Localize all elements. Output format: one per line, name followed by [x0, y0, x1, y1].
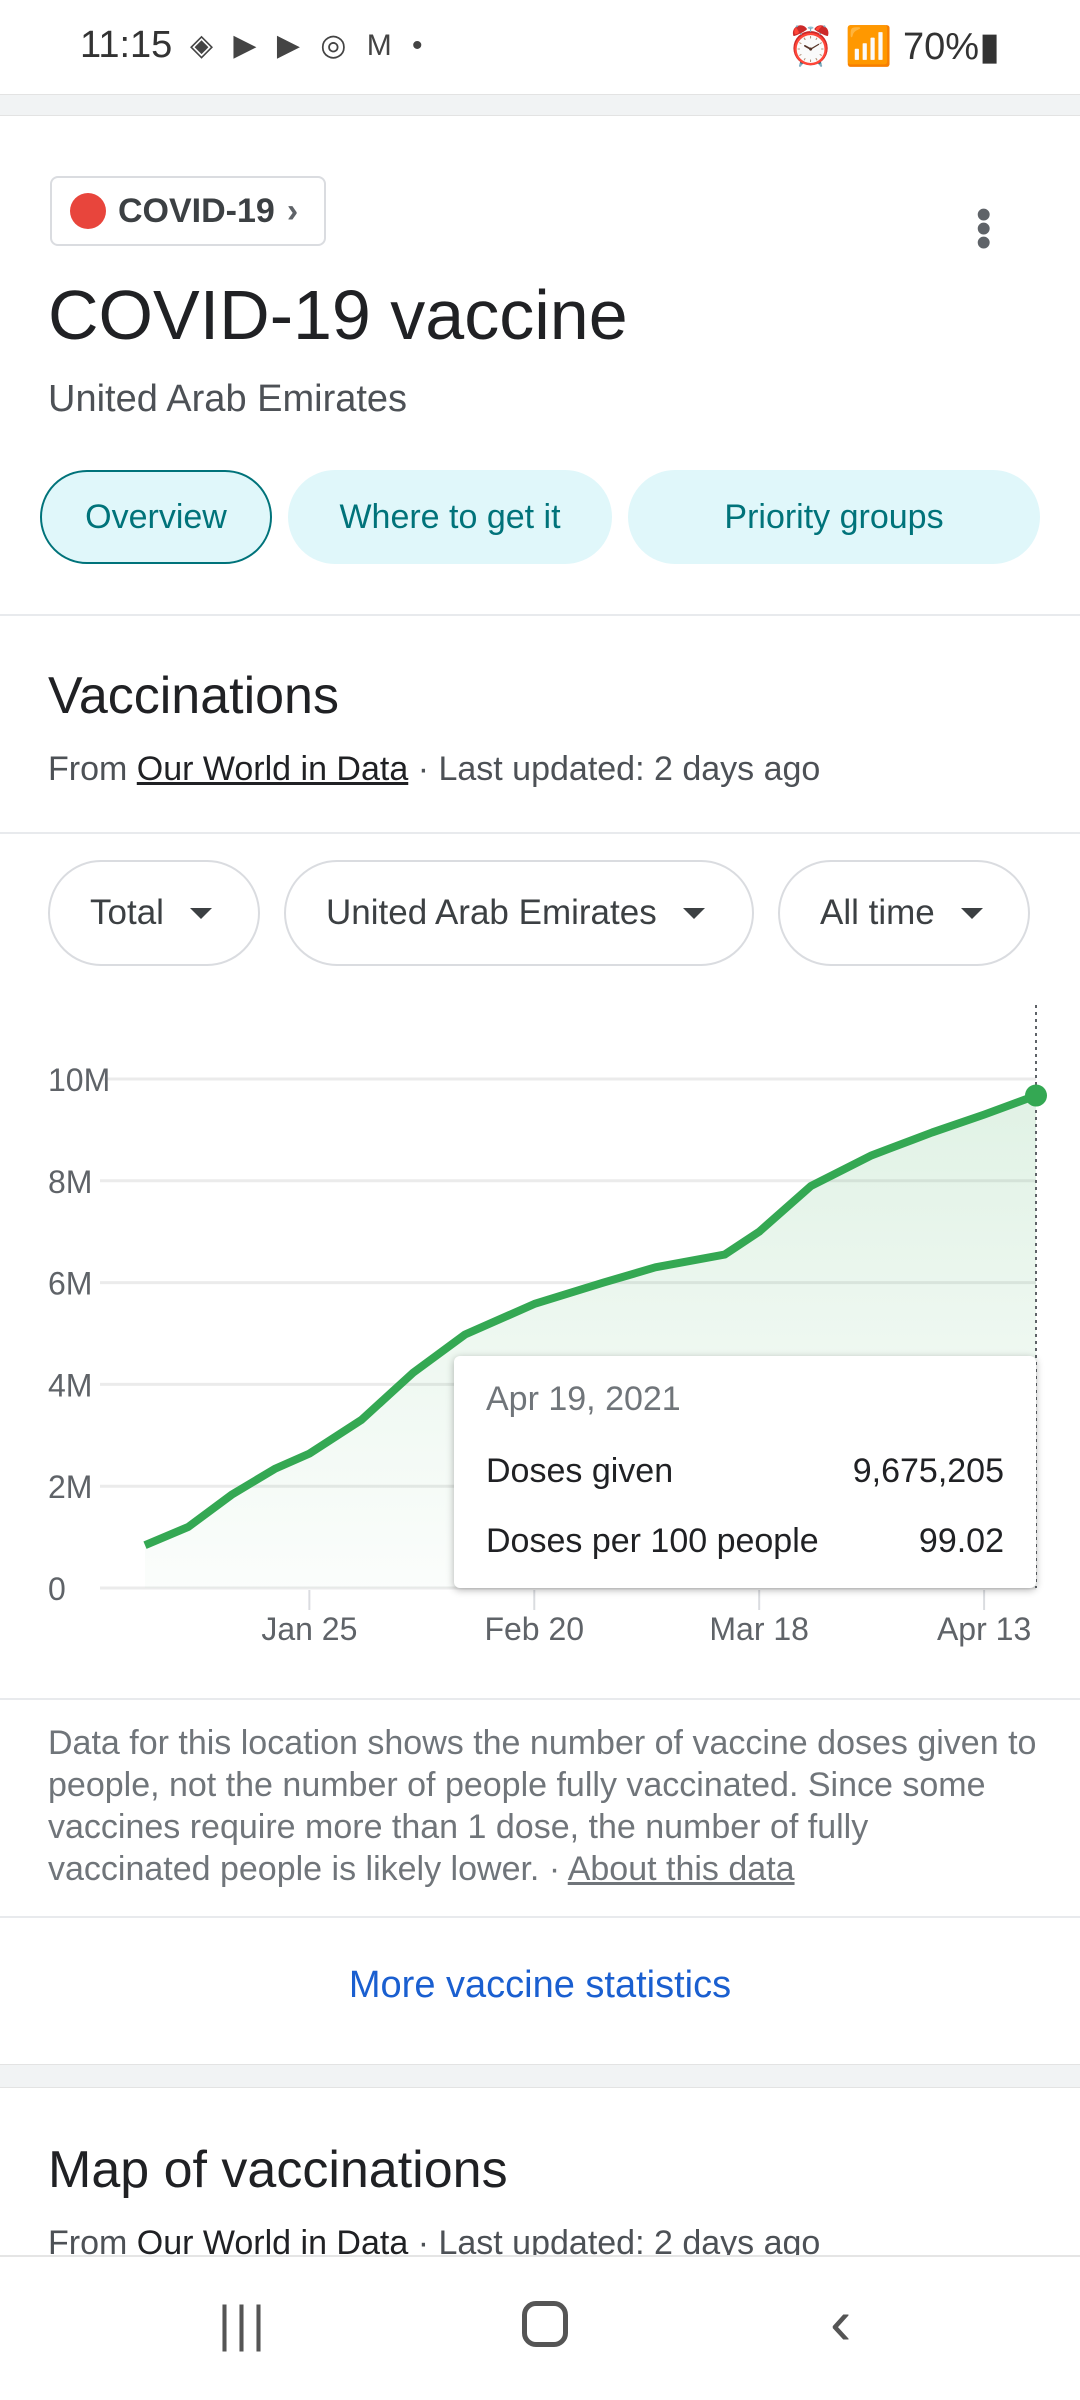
back-icon[interactable]: ‹	[830, 2285, 851, 2359]
section-separator	[0, 94, 1080, 116]
status-bar: 11:15 ◈ ▶ ▶ ◎ M • ⏰ 📶 70%▮	[0, 0, 1080, 92]
x-tick-label: Feb 20	[484, 1611, 584, 1647]
virus-icon	[70, 193, 106, 229]
caret-down-icon	[682, 907, 705, 919]
covid-topic-chip[interactable]: COVID-19 ›	[50, 176, 327, 246]
wifi-signal-icon: 📶	[845, 26, 893, 68]
more-options-icon[interactable]: • • •	[976, 193, 991, 265]
section-heading: Vaccinations	[48, 667, 339, 725]
source-line: From Our World in Data · Last updated: 2…	[48, 750, 821, 788]
about-data-link[interactable]: About this data	[568, 1850, 795, 1888]
divider	[0, 614, 1080, 616]
caret-down-icon	[189, 907, 212, 919]
y-tick-label: 6M	[48, 1266, 92, 1302]
y-tick-label: 4M	[48, 1367, 92, 1403]
data-point	[1025, 1084, 1047, 1107]
location-dropdown[interactable]: United Arab Emirates	[284, 860, 754, 966]
battery-level: 70%	[903, 26, 980, 68]
y-tick-label: 2M	[48, 1469, 92, 1505]
tab-overview[interactable]: Overview	[40, 470, 272, 564]
alarm-icon: ⏰	[787, 26, 835, 68]
chart-tooltip: Apr 19, 2021 Doses given 9,675,205 Doses …	[454, 1356, 1036, 1588]
tab-where-to-get-it[interactable]: Where to get it	[288, 470, 612, 564]
tooltip-date: Apr 19, 2021	[486, 1380, 681, 1418]
data-note: Data for this location shows the number …	[48, 1724, 1037, 1888]
location-subtitle: United Arab Emirates	[48, 378, 408, 420]
navigation-bar: ||| ‹	[0, 2255, 1080, 2400]
chevron-right-icon: ›	[286, 191, 299, 230]
y-tick-label: 0	[48, 1571, 66, 1607]
x-tick-label: Jan 25	[261, 1611, 357, 1647]
tooltip-row: Doses given 9,675,205	[486, 1452, 1004, 1490]
divider	[0, 1916, 1080, 1918]
page-title: COVID-19 vaccine	[48, 276, 628, 354]
chip-label: COVID-19	[118, 191, 275, 230]
more-vaccine-statistics-link[interactable]: More vaccine statistics	[0, 1964, 1080, 2007]
time-range-dropdown[interactable]: All time	[778, 860, 1030, 966]
caret-down-icon	[960, 907, 983, 919]
home-icon[interactable]	[522, 2301, 568, 2347]
clock: 11:15	[80, 24, 173, 66]
battery-icon: ▮	[979, 26, 1000, 68]
x-tick-label: Mar 18	[709, 1611, 809, 1647]
divider	[0, 1698, 1080, 1700]
x-tick-label: Apr 13	[937, 1611, 1031, 1647]
recent-apps-icon[interactable]: |||	[218, 2295, 269, 2353]
divider	[0, 832, 1080, 834]
tooltip-row: Doses per 100 people 99.02	[486, 1522, 1004, 1560]
tab-priority-groups[interactable]: Priority groups	[628, 470, 1040, 564]
source-link[interactable]: Our World in Data	[137, 750, 408, 788]
y-tick-label: 10M	[48, 1062, 110, 1098]
metric-dropdown[interactable]: Total	[48, 860, 260, 966]
notification-icons: ◈ ▶ ▶ ◎ M •	[190, 29, 429, 62]
y-tick-label: 8M	[48, 1164, 92, 1200]
section-separator	[0, 2064, 1080, 2088]
map-section-heading: Map of vaccinations	[48, 2141, 508, 2199]
